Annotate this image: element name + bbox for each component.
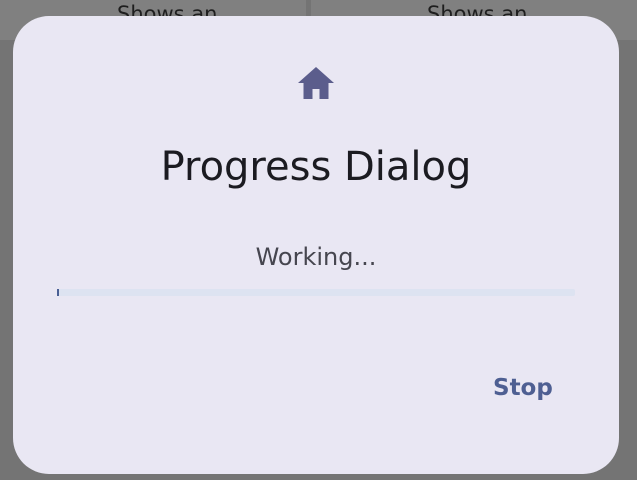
dialog-title: Progress Dialog — [160, 144, 472, 190]
dialog-message: Working... — [255, 243, 377, 271]
stop-button[interactable]: Stop — [473, 366, 573, 410]
progress-bar — [57, 289, 575, 296]
home-icon — [297, 66, 335, 100]
progress-bar-fill — [57, 289, 60, 296]
progress-dialog: Progress Dialog Working... Stop — [13, 16, 619, 474]
